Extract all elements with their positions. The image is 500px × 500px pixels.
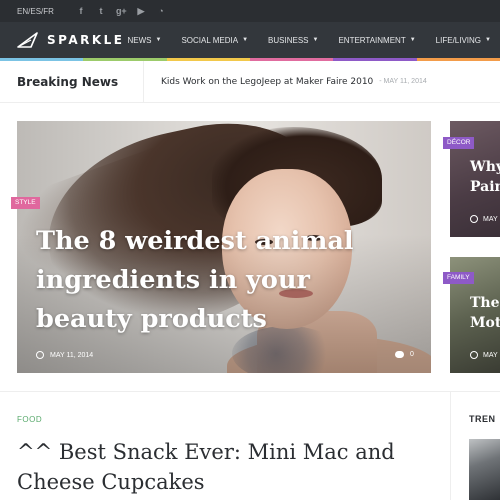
divider (143, 61, 144, 103)
post-title[interactable]: ^^ Best Snack Ever: Mini Mac and Cheese … (17, 437, 427, 497)
chevron-down-icon: ▼ (155, 37, 162, 43)
top-bar: EN / ES / FR f t g+ ▶ ◔ (0, 0, 500, 22)
youtube-icon[interactable]: ▶ (136, 6, 146, 16)
breaking-news-date: - MAY 11, 2014 (379, 78, 427, 85)
breaking-news-label: Breaking News (17, 74, 119, 89)
breaking-news-bar: Breaking News Kids Work on the LegoJeep … (0, 61, 500, 103)
hero-date-text: MAY 11, 2014 (50, 351, 94, 359)
hero-title[interactable]: The 8 weirdest animal ingredients in you… (36, 222, 376, 339)
nav-item-label: SOCIAL MEDIA (181, 35, 239, 45)
nav-item-label: BUSINESS (268, 35, 309, 45)
trending-thumbnail[interactable] (469, 439, 500, 500)
nav-item-label: NEWS (127, 35, 152, 45)
nav-item-label: LIFE/LIVING (435, 35, 482, 45)
chevron-down-icon: ▼ (485, 37, 491, 43)
breaking-news-headline[interactable]: Kids Work on the LegoJeep at Maker Faire… (161, 77, 373, 87)
side-card-date-text: MAY (483, 351, 498, 359)
rss-icon[interactable]: ◔ (156, 6, 166, 16)
clock-icon (36, 351, 44, 359)
nav-item-news[interactable]: NEWS ▼ (128, 36, 162, 45)
hero-date: MAY 11, 2014 (36, 351, 93, 359)
side-card-date: MAY (470, 215, 498, 223)
lang-fr[interactable]: FR (43, 7, 54, 16)
trending-heading: TREN (469, 414, 496, 424)
clock-icon (470, 215, 478, 223)
nav-item-entertainment[interactable]: ENTERTAINMENT ▼ (338, 36, 415, 45)
category-tag-style[interactable]: STYLE (11, 197, 40, 209)
lang-es[interactable]: ES (30, 7, 41, 16)
category-label-food[interactable]: FOOD (17, 415, 42, 424)
side-card-title: Thes Moth (470, 293, 500, 333)
logo-mark-icon (17, 32, 38, 48)
side-card-title-line: Thes (470, 295, 500, 311)
lang-en[interactable]: EN (17, 7, 28, 16)
chevron-down-icon: ▼ (242, 37, 249, 43)
side-card-title-line: Moth (470, 315, 500, 331)
chevron-down-icon: ▼ (312, 37, 319, 43)
side-card-title-line: Pain (470, 179, 500, 195)
column-divider (450, 392, 451, 500)
hero-comment-count: 0 (410, 351, 414, 358)
section-divider (0, 391, 500, 392)
side-card-date: MAY (470, 351, 498, 359)
language-switcher: EN / ES / FR (17, 7, 54, 16)
hero-comments[interactable]: 0 (395, 351, 414, 358)
side-card-title: Why Pain (470, 157, 500, 197)
site-logo[interactable]: SPARKLE (17, 31, 125, 49)
side-card-title-line: Why (470, 159, 500, 175)
nav-item-label: ENTERTAINMENT (338, 35, 406, 45)
facebook-icon[interactable]: f (76, 6, 86, 16)
google-plus-icon[interactable]: g+ (116, 6, 127, 16)
category-tag-decor[interactable]: DÉCOR (443, 137, 475, 149)
nav-item-life-living[interactable]: LIFE/LIVING ▼ (436, 36, 491, 45)
nav-menu: NEWS ▼ SOCIAL MEDIA ▼ BUSINESS ▼ ENTERTA… (128, 36, 500, 45)
main-navbar: SPARKLE NEWS ▼ SOCIAL MEDIA ▼ BUSINESS ▼… (0, 22, 500, 58)
nav-item-business[interactable]: BUSINESS ▼ (268, 36, 318, 45)
logo-text: SPARKLE (47, 33, 125, 47)
chevron-down-icon: ▼ (409, 37, 416, 43)
nav-item-social-media[interactable]: SOCIAL MEDIA ▼ (181, 36, 248, 45)
twitter-icon[interactable]: t (96, 6, 106, 16)
social-links: f t g+ ▶ ◔ (76, 6, 166, 16)
side-card-date-text: MAY (483, 215, 498, 223)
comment-bubble-icon (395, 351, 404, 358)
category-tag-family[interactable]: FAMILY (443, 272, 474, 284)
clock-icon (470, 351, 478, 359)
